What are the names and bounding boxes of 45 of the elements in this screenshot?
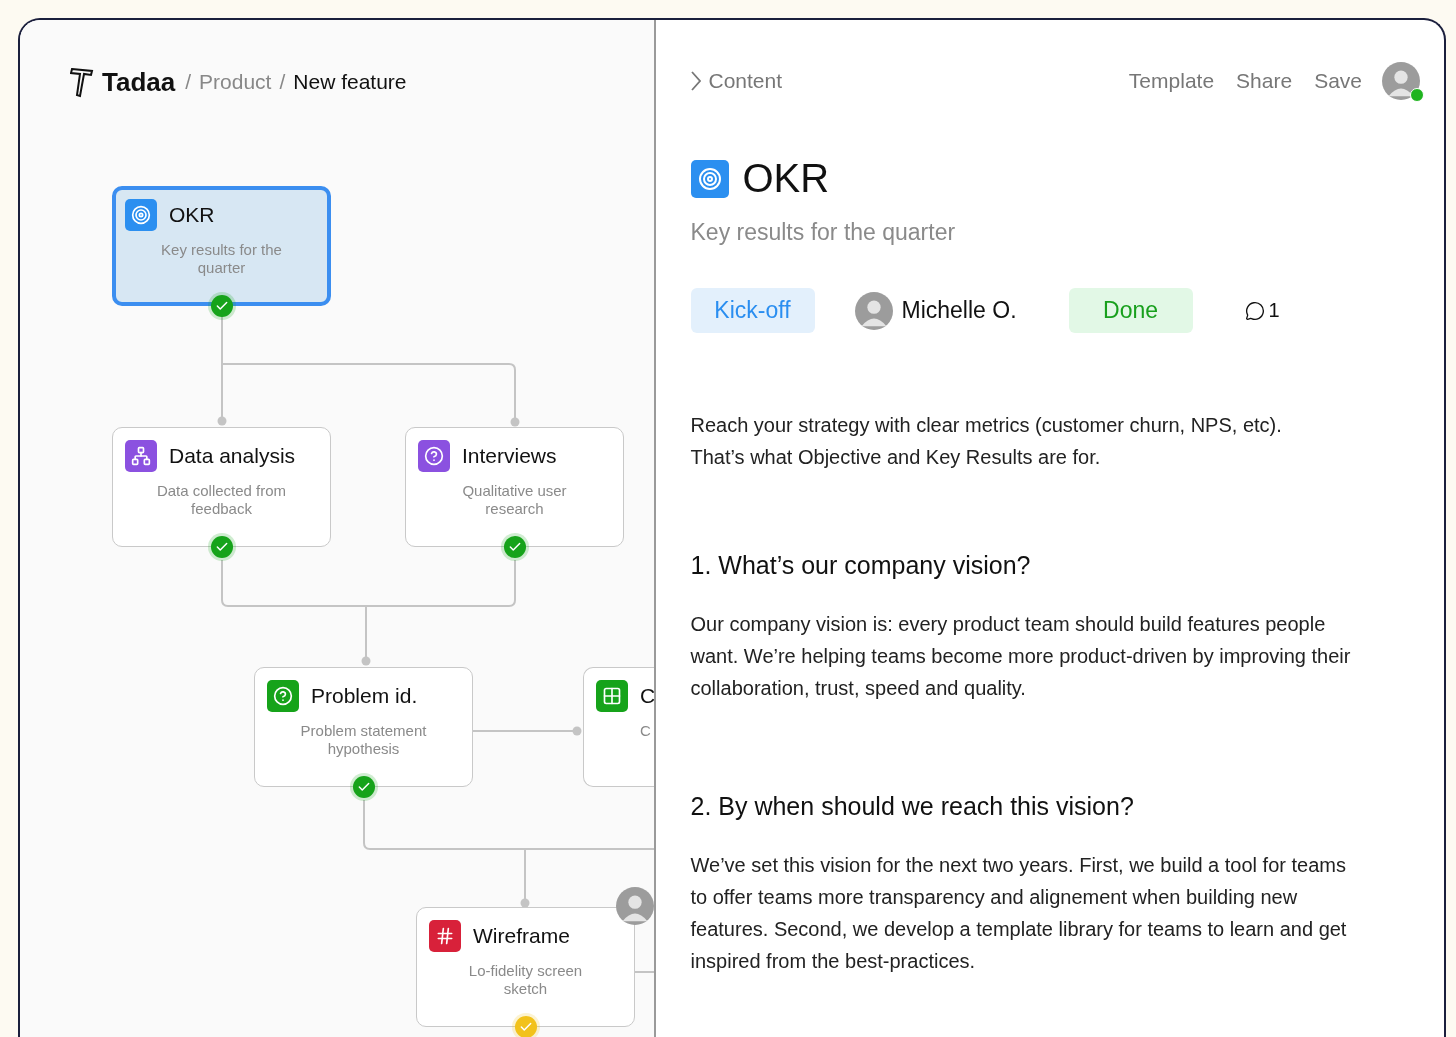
chevron-icon [690,71,701,91]
status-tag[interactable]: Done [1068,288,1193,333]
node-title: Problem id. [311,684,418,708]
breadcrumb-item: New feature [293,70,407,94]
connector-line [633,971,654,973]
brand-name: Tadaa [102,66,176,98]
node-description: Key results for the quarter [160,241,283,277]
assignee-name: Michelle O. [901,297,1017,324]
section-paragraph: We’ve set this vision for the next two years. First, we build a tool for teams to offer teams more transparency and alignement when building new features. Second, we develop a template library for teams to learn and get inspired from the best-practices. [690,853,1348,974]
page-title: OKR [742,156,830,201]
node-description: C [640,722,651,740]
intro-paragraph: Reach your strategy with clear metrics (customer churn, NPS, etc). That’s what Objective and Key Results are for. [690,413,1283,470]
section-heading: 2. By when should we reach this vision? [690,792,1135,821]
node-title: OKR [169,203,215,227]
comment-icon[interactable] [1244,300,1265,321]
node-description: Qualitative user research [461,482,568,518]
flow-node[interactable]: Problem id. Problem statement hypothesis [254,667,473,787]
breadcrumb-separator: / [279,70,286,94]
flow-node[interactable]: Interviews Qualitative user research [405,427,624,547]
node-title: Data analysis [169,444,296,468]
page-subtitle: Key results for the quarter [690,219,957,246]
avatar [1382,62,1420,100]
node-description: Data collected from feedback [155,482,288,518]
node-description: Lo-fidelity screen sketch [467,962,584,998]
node-title: C [640,684,654,708]
node-title: Wireframe [473,924,570,948]
section-heading: 1. What’s our company vision? [690,551,1032,580]
avatar [854,291,893,330]
header-action[interactable]: Save [1314,69,1362,93]
flow-node[interactable]: C C [583,667,654,787]
node-title: Interviews [462,444,557,468]
flow-node[interactable]: Data analysis Data collected from feedback [112,427,331,547]
breadcrumb-separator: / [185,70,192,94]
content-toggle[interactable]: Content [690,69,783,93]
stage-tag[interactable]: Kick-off [690,288,815,333]
header-action[interactable]: Template [1128,69,1215,93]
section-paragraph: Our company vision is: every product team should build features people want. We’re helping teams become more product-driven by improving their collaboration, trust, speed and quality. [690,612,1352,701]
comment-count: 1 [1268,299,1280,322]
breadcrumb-item[interactable]: Product [199,70,272,94]
node-description: Problem statement hypothesis [299,722,428,758]
flow-node[interactable]: OKR Key results for the quarter [112,186,331,306]
target-icon [690,159,729,198]
header-action[interactable]: Share [1236,69,1293,93]
flow-node[interactable]: Wireframe Lo-fidelity screen sketch [416,907,635,1027]
logo-icon [70,66,94,98]
